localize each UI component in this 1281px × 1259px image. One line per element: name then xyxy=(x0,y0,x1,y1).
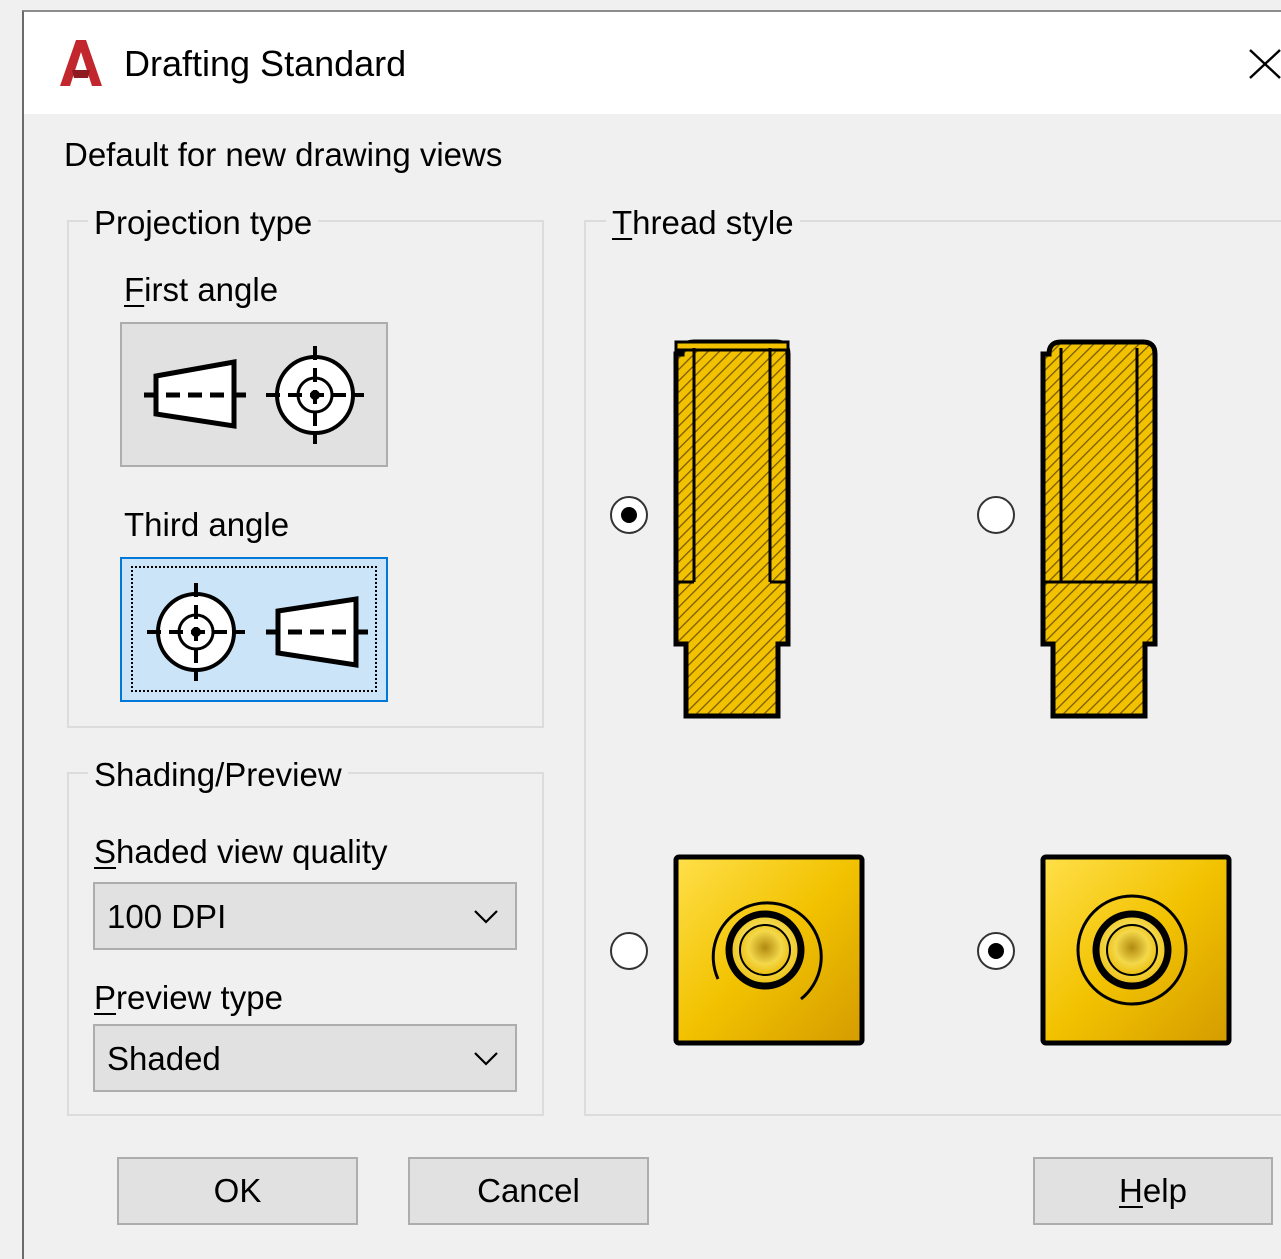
close-icon[interactable] xyxy=(1236,38,1281,88)
focus-indicator xyxy=(131,566,377,692)
ok-button[interactable]: OK xyxy=(117,1157,358,1225)
first-angle-option[interactable] xyxy=(120,322,388,467)
chevron-down-icon xyxy=(474,1052,498,1066)
dialog-title: Drafting Standard xyxy=(124,43,407,84)
shading-preview-legend: Shading/Preview xyxy=(88,754,348,796)
radio-selected-dot xyxy=(988,943,1004,959)
thread-end-radio-2[interactable] xyxy=(977,932,1015,970)
autocad-logo-icon xyxy=(60,40,102,86)
shaded-quality-dropdown[interactable]: 100 DPI xyxy=(93,882,517,950)
shaded-quality-label: Shaded view quality xyxy=(94,833,388,870)
thread-side-radio-2[interactable] xyxy=(977,496,1015,534)
thread-end-view-icon xyxy=(1040,854,1232,1046)
chevron-down-icon xyxy=(474,910,498,924)
first-angle-label: First angle xyxy=(124,271,279,308)
thread-end-view-icon xyxy=(673,854,865,1046)
thread-side-view-icon xyxy=(673,339,791,719)
third-angle-label: Third angle xyxy=(124,506,290,543)
shaded-quality-value: 100 DPI xyxy=(107,898,227,935)
help-button[interactable]: Help xyxy=(1033,1157,1273,1225)
thread-side-view-icon xyxy=(1040,339,1158,719)
first-angle-projection-icon xyxy=(144,346,364,444)
preview-type-value: Shaded xyxy=(107,1040,221,1077)
thread-end-radio-1[interactable] xyxy=(610,932,648,970)
thread-side-radio-1[interactable] xyxy=(610,496,648,534)
preview-type-label: Preview type xyxy=(94,979,283,1016)
preview-type-dropdown[interactable]: Shaded xyxy=(93,1024,517,1092)
cancel-button[interactable]: Cancel xyxy=(408,1157,649,1225)
defaults-heading: Default for new drawing views xyxy=(64,136,503,173)
thread-style-legend: Thread style xyxy=(606,202,800,244)
projection-type-legend: Projection type xyxy=(88,202,319,244)
radio-selected-dot xyxy=(621,507,637,523)
